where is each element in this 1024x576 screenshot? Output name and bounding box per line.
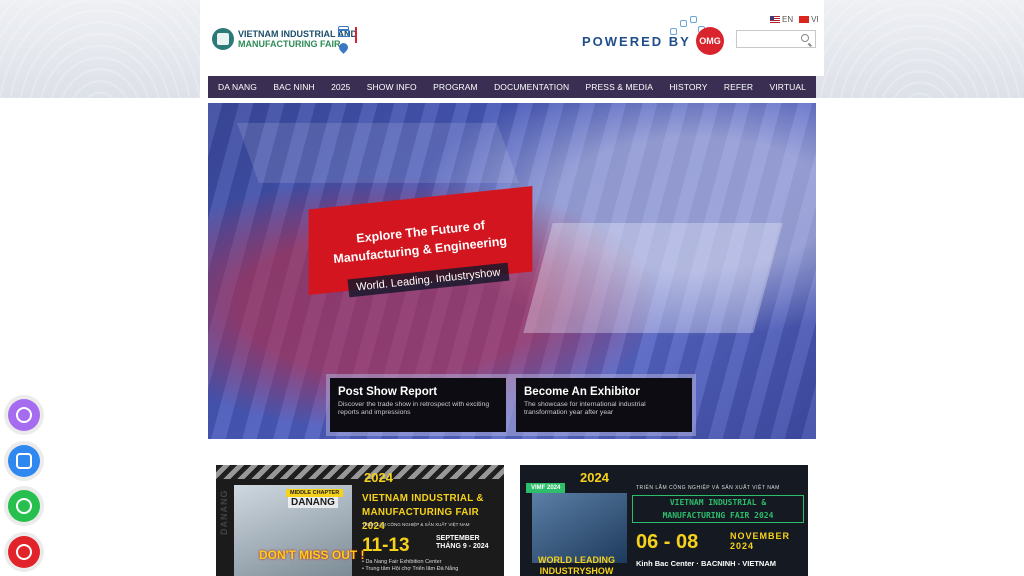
card-description: Discover the trade show in retrospect wi… — [338, 401, 490, 416]
card-title: Become An Exhibitor — [524, 386, 640, 398]
promo-year-text: 2024 — [730, 541, 755, 551]
promo-title-2: MANUFACTURING FAIR 2024 — [362, 507, 479, 532]
promo-vn-title: TRIỂN LÃM CÔNG NGHIỆP VÀ SẢN XUẤT VIỆT N… — [636, 485, 780, 491]
promo-wl-2: INDUSTRYSHOW — [539, 566, 614, 576]
site-logo[interactable]: VIETNAM INDUSTRIAL AND MANUFACTURING FAI… — [212, 28, 357, 50]
promo-badge: VIMF 2024 — [526, 483, 566, 493]
us-flag-icon — [770, 16, 780, 23]
vietnam-flag-icon — [799, 16, 810, 23]
promo-bacninh-2024[interactable]: 2024 VIMF 2024 TRIỂN LÃM CÔNG NGHIỆP VÀ … — [520, 465, 808, 576]
hero-cards: Post Show Report Discover the trade show… — [326, 374, 696, 436]
search-icon[interactable] — [801, 34, 809, 42]
nav-item-show-info[interactable]: SHOW INFO — [367, 82, 417, 92]
whatsapp-button[interactable] — [8, 490, 40, 522]
whatsapp-icon — [16, 498, 32, 514]
calendar-icon[interactable] — [338, 26, 349, 37]
promo-month-vi: THÁNG 9 - 2024 — [436, 543, 489, 550]
lang-en[interactable]: EN — [770, 15, 793, 24]
nav-item-2025[interactable]: 2025 — [331, 82, 350, 92]
promo-dates: 11-13 — [362, 535, 410, 556]
promo-photo — [532, 493, 627, 563]
nav-item-virtual[interactable]: VIRTUAL — [770, 82, 806, 92]
nav-item-bac-ninh[interactable]: BAC NINH — [273, 82, 314, 92]
promo-year: 2024 — [364, 470, 393, 485]
zalo-button[interactable] — [8, 445, 40, 477]
phone-icon — [16, 544, 32, 560]
background-pattern-right — [816, 0, 1024, 98]
background-pattern-left — [0, 0, 200, 98]
promo-title-2: MANUFACTURING FAIR 2024 — [662, 511, 774, 520]
nav-item-documentation[interactable]: DOCUMENTATION — [494, 82, 569, 92]
nav-item-press-media[interactable]: PRESS & MEDIA — [586, 82, 653, 92]
card-description: The showcase for international industria… — [524, 401, 646, 416]
promo-city: DANANG — [288, 497, 338, 508]
nav-item-da-nang[interactable]: DA NANG — [218, 82, 257, 92]
promo-dont-miss: DON'T MISS OUT ! — [259, 548, 365, 562]
promo-year: 2024 — [580, 470, 609, 485]
promo-danang-2024[interactable]: 2024 DANANG MIDDLE CHAPTER DANANG DON'T … — [216, 465, 504, 576]
become-exhibitor-card[interactable]: Become An Exhibitor The showcase for int… — [516, 378, 692, 432]
promo-venue: Kinh Bac Center · BACNINH - VIETNAM — [636, 559, 777, 568]
promo-dates: 06 - 08 — [636, 531, 699, 553]
nav-item-program[interactable]: PROGRAM — [433, 82, 478, 92]
promo-month: NOVEMBER — [730, 531, 791, 541]
nav-item-refer[interactable]: REFER — [724, 82, 753, 92]
lang-vi[interactable]: VI — [799, 15, 819, 24]
zalo-icon — [16, 453, 32, 469]
messenger-icon — [16, 407, 32, 423]
logo-mark-icon — [212, 28, 234, 50]
promo-title-1: VIETNAM INDUSTRIAL & — [362, 493, 484, 504]
promo-chapter-badge: MIDDLE CHAPTER — [286, 489, 344, 497]
nav-item-history[interactable]: HISTORY — [669, 82, 707, 92]
location-pin-icon[interactable] — [337, 41, 350, 54]
search-input[interactable] — [736, 30, 816, 48]
post-show-report-card[interactable]: Post Show Report Discover the trade show… — [330, 378, 506, 432]
language-switcher: EN VI — [770, 15, 819, 24]
promo-subtitle: TRIỂN LÃM CÔNG NGHIỆP & SẢN XUẤT VIỆT NA… — [362, 522, 470, 527]
phone-call-button[interactable] — [8, 536, 40, 568]
site-header: VIETNAM INDUSTRIAL AND MANUFACTURING FAI… — [200, 0, 824, 76]
promo-title-1: VIETNAM INDUSTRIAL & — [669, 498, 767, 507]
main-nav: DA NANG BAC NINH 2025 SHOW INFO PROGRAM … — [208, 76, 816, 98]
divider — [355, 27, 357, 43]
promo-wl-1: WORLD LEADING — [538, 555, 615, 565]
card-title: Post Show Report — [338, 386, 438, 398]
promo-side-text: DANANG — [219, 489, 229, 536]
promo-month: SEPTEMBER — [436, 535, 480, 542]
promo-venue-2: • Trung tâm Hội chợ Triển lãm Đà Nẵng — [362, 566, 459, 572]
promo-venue-1: • Da Nang Fair Exhibition Center — [362, 559, 442, 565]
messenger-button[interactable] — [8, 399, 40, 431]
omg-logo[interactable]: OMG — [696, 27, 724, 55]
powered-by-label: POWERED BY — [582, 34, 691, 49]
hero-banner: Explore The Future of Manufacturing & En… — [208, 103, 816, 439]
